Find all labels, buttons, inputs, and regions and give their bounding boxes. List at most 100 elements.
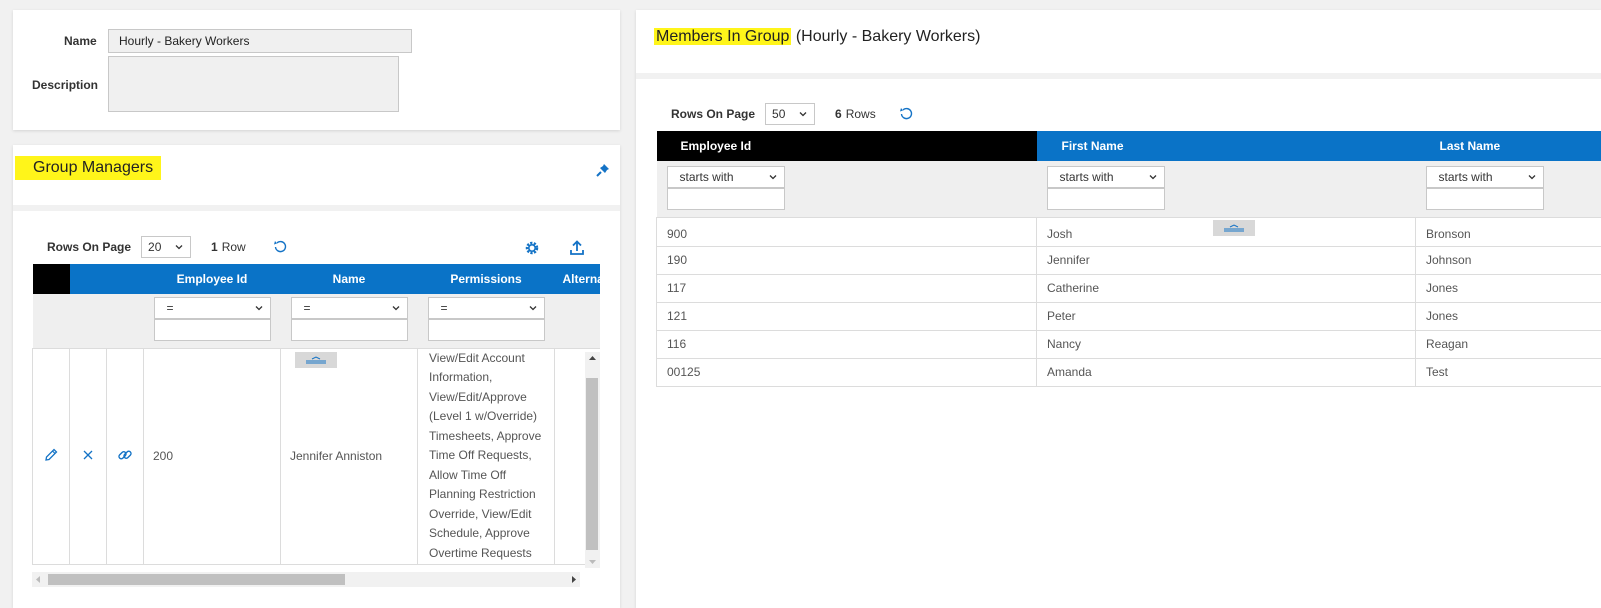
- group-managers-panel: Group Managers Rows On Page 20 1 Row Empl…: [13, 145, 620, 608]
- collapse-filter-handle[interactable]: [1213, 220, 1255, 236]
- cell-last-name: Reagan: [1415, 329, 1601, 359]
- pin-icon[interactable]: [595, 162, 611, 178]
- rows-on-page-value: 20: [148, 240, 162, 254]
- horizontal-scroll-thumb[interactable]: [48, 574, 345, 585]
- export-icon[interactable]: [568, 239, 586, 257]
- filter-operator-select[interactable]: =: [427, 297, 545, 319]
- collapse-filter-handle[interactable]: [295, 352, 337, 368]
- column-header-permissions[interactable]: Permissions: [417, 264, 555, 294]
- table-row[interactable]: 190 Jennifer Johnson: [656, 245, 1601, 275]
- vertical-scroll-thumb[interactable]: [586, 378, 598, 550]
- cell-name: Jennifer Anniston: [280, 347, 418, 565]
- filter-input[interactable]: [427, 319, 545, 341]
- cell-last-name: Johnson: [1415, 245, 1601, 275]
- filter-operator-select[interactable]: starts with: [1046, 166, 1165, 188]
- filter-operator-select[interactable]: starts with: [666, 166, 785, 188]
- row-count-number: 1: [211, 240, 218, 254]
- filter-input[interactable]: [1046, 188, 1165, 210]
- rows-on-page-label: Rows On Page: [47, 240, 132, 254]
- cell-permissions: View/Edit Account Information, View/Edit…: [417, 347, 555, 565]
- scroll-right-arrow-icon[interactable]: [568, 572, 580, 587]
- scroll-up-arrow-icon[interactable]: [585, 352, 600, 364]
- collapse-up-icon: [306, 356, 326, 364]
- description-field[interactable]: [108, 56, 399, 112]
- filter-input[interactable]: [153, 319, 271, 341]
- cell-employee-id: 121: [656, 301, 1037, 331]
- scroll-left-arrow-icon[interactable]: [32, 572, 44, 587]
- horizontal-scrollbar[interactable]: [32, 572, 580, 587]
- header-blank: [32, 264, 70, 294]
- group-managers-title-text: Group Managers: [33, 159, 154, 176]
- cell-last-name: Jones: [1415, 273, 1601, 303]
- filter-operator-select[interactable]: =: [153, 297, 271, 319]
- table-row[interactable]: 900 Josh Bronson: [656, 216, 1601, 247]
- link-icon[interactable]: [117, 447, 133, 463]
- cell-first-name: Nancy: [1036, 329, 1416, 359]
- panel-separator: [13, 205, 620, 211]
- filter-first-name: starts with: [1036, 161, 1416, 218]
- table-row[interactable]: 117 Catherine Jones: [656, 273, 1601, 303]
- filter-input[interactable]: [290, 319, 408, 341]
- filter-operator-select[interactable]: =: [290, 297, 408, 319]
- cell-employee-id: 900: [656, 216, 1037, 247]
- close-x-icon[interactable]: [82, 449, 94, 461]
- filter-employee-id: =: [143, 294, 281, 348]
- table-row[interactable]: 121 Peter Jones: [656, 301, 1601, 331]
- table-row[interactable]: 00125 Amanda Test: [656, 357, 1601, 387]
- managers-rows-bar: Rows On Page 20 1 Row: [47, 236, 288, 258]
- collapse-up-icon: [1224, 224, 1244, 232]
- filter-blank: [69, 294, 107, 348]
- members-title: Members In Group (Hourly - Bakery Worker…: [654, 25, 980, 49]
- row-count: 1 Row: [211, 240, 246, 254]
- column-header-name[interactable]: Name: [280, 264, 418, 294]
- filter-operator-value: starts with: [1438, 170, 1493, 184]
- cell-first-name: Amanda: [1036, 357, 1416, 387]
- managers-header-row: Employee Id Name Permissions Alterna: [32, 264, 600, 294]
- chevron-down-icon: [529, 306, 536, 311]
- cell-first-name: Catherine: [1036, 273, 1416, 303]
- row-count-label: Row: [221, 240, 246, 254]
- chevron-down-icon: [255, 306, 262, 311]
- filter-name: =: [280, 294, 418, 348]
- scroll-down-arrow-icon[interactable]: [585, 556, 600, 568]
- filter-input[interactable]: [666, 188, 785, 210]
- chevron-down-icon: [1149, 175, 1156, 180]
- column-header-first-name[interactable]: First Name: [1036, 131, 1416, 161]
- filter-operator-value: =: [166, 301, 174, 315]
- members-rows-bar: Rows On Page 50 6 Rows: [671, 103, 914, 125]
- members-grid: Employee Id First Name Last Name starts …: [656, 131, 1601, 421]
- name-field[interactable]: Hourly - Bakery Workers: [108, 29, 412, 53]
- cell-last-name: Test: [1415, 357, 1601, 387]
- filter-operator-select[interactable]: starts with: [1425, 166, 1544, 188]
- column-header-last-name[interactable]: Last Name: [1415, 131, 1601, 161]
- settings-gear-icon[interactable]: [523, 239, 541, 257]
- rows-on-page-select[interactable]: 20: [141, 236, 192, 258]
- chevron-down-icon: [769, 175, 776, 180]
- column-header-employee-id[interactable]: Employee Id: [143, 264, 281, 294]
- panel-separator: [636, 73, 1601, 79]
- row-count-number: 6: [835, 107, 842, 121]
- column-header-alternate[interactable]: Alterna: [554, 264, 600, 294]
- pencil-edit-icon[interactable]: [43, 447, 59, 463]
- table-row[interactable]: 116 Nancy Reagan: [656, 329, 1601, 359]
- members-header-row: Employee Id First Name Last Name: [656, 131, 1601, 161]
- filter-employee-id: starts with: [656, 161, 1037, 218]
- filter-input[interactable]: [1425, 188, 1544, 210]
- members-filter-row: starts with starts with starts with: [656, 161, 1601, 218]
- filter-last-name: starts with: [1415, 161, 1601, 218]
- filter-operator-value: starts with: [1059, 170, 1114, 184]
- cell-employee-id: 200: [143, 347, 281, 565]
- refresh-icon[interactable]: [272, 239, 288, 255]
- edit-cell: [32, 347, 70, 565]
- cell-employee-id: 117: [656, 273, 1037, 303]
- filter-operator-value: =: [440, 301, 448, 315]
- group-details-panel: Name Hourly - Bakery Workers Description: [13, 10, 620, 130]
- vertical-scrollbar[interactable]: [585, 352, 600, 568]
- rows-on-page-select[interactable]: 50: [765, 103, 816, 125]
- column-header-employee-id[interactable]: Employee Id: [656, 131, 1037, 161]
- members-title-group: (Hourly - Bakery Workers): [791, 28, 981, 45]
- table-row: 200 Jennifer Anniston View/Edit Account …: [32, 347, 600, 565]
- link-cell: [106, 347, 144, 565]
- refresh-icon[interactable]: [898, 106, 914, 122]
- members-title-highlight: Members In Group: [654, 28, 792, 45]
